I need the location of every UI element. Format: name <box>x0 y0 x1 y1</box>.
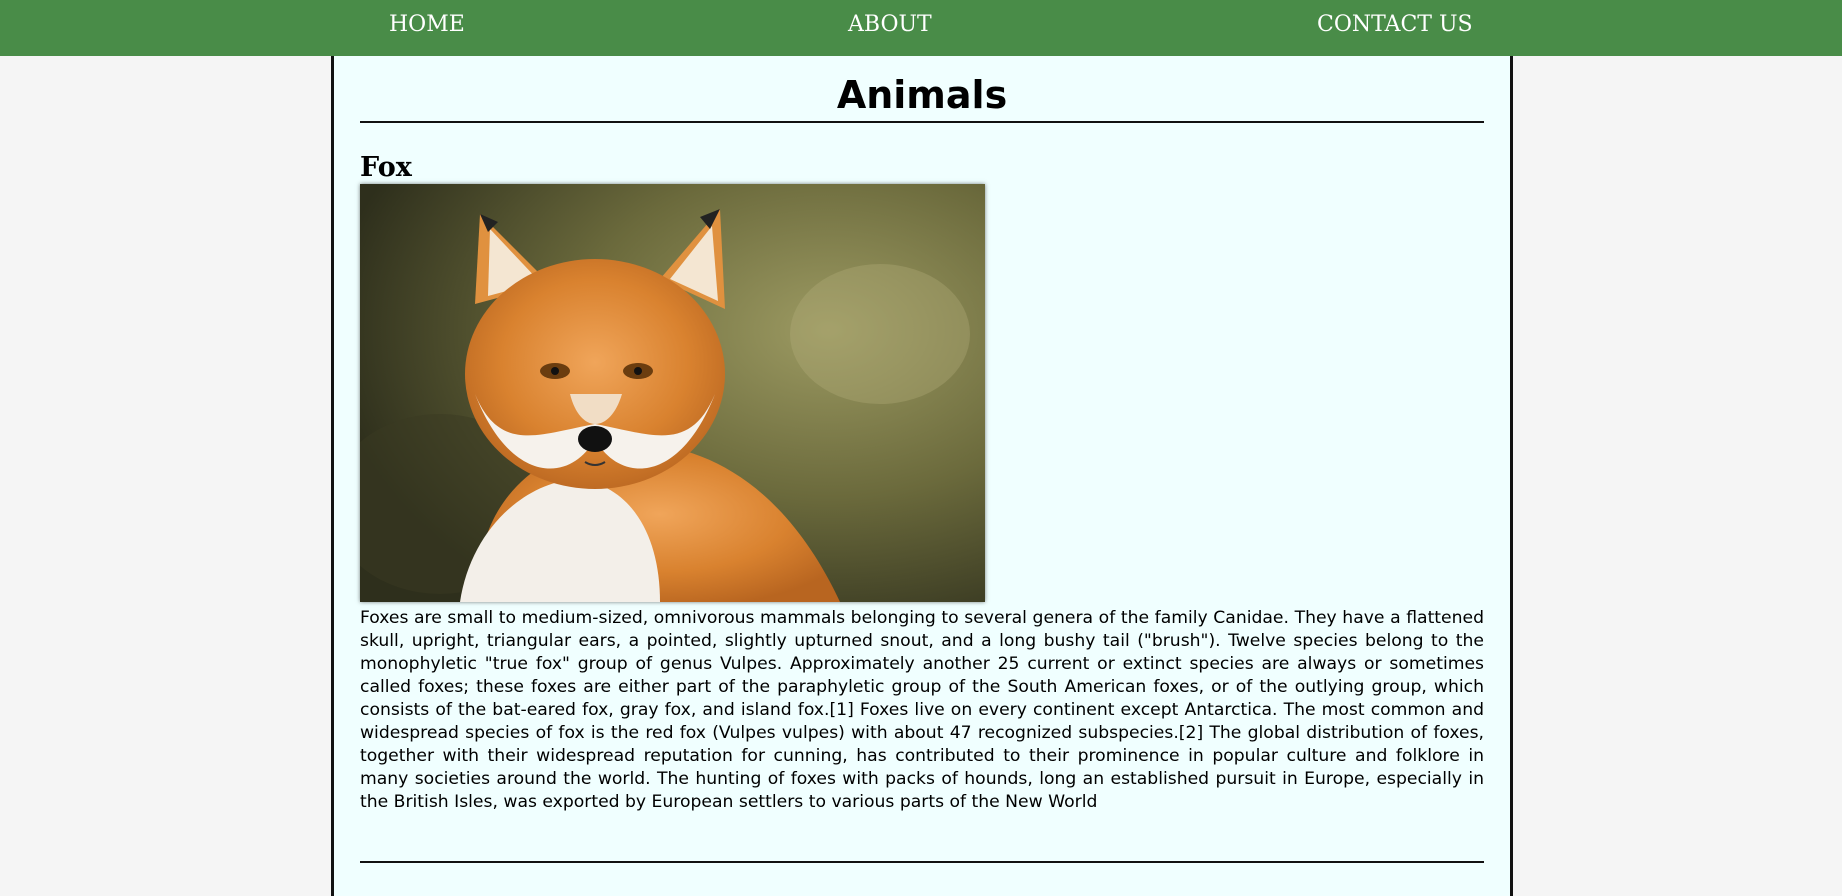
article-heading: Fox <box>360 152 412 183</box>
title-divider <box>360 121 1484 123</box>
top-navbar: HOME ABOUT CONTACT US <box>0 0 1842 56</box>
main-content: Animals Fox Foxes are small to medium-si… <box>331 56 1513 896</box>
fox-image <box>360 184 985 602</box>
bottom-divider <box>360 861 1484 863</box>
nav-contact-link[interactable]: CONTACT US <box>1317 10 1473 40</box>
nav-home-link[interactable]: HOME <box>389 10 465 40</box>
nav-about-link[interactable]: ABOUT <box>848 10 932 40</box>
article-text: Foxes are small to medium-sized, omnivor… <box>360 608 1484 812</box>
page-title: Animals <box>836 73 1008 117</box>
